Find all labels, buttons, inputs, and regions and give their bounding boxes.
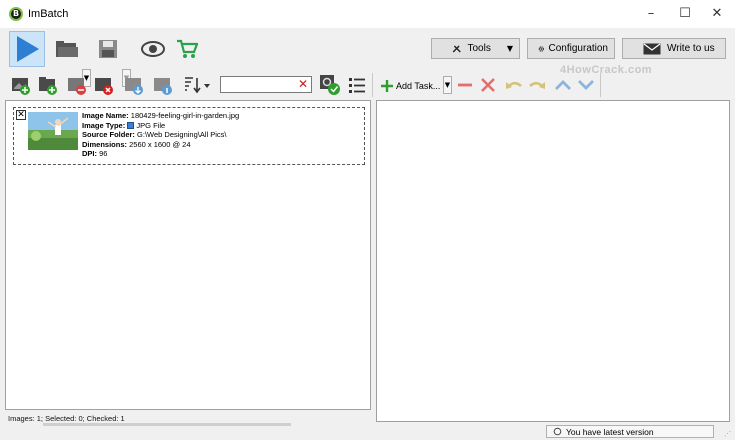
chevron-down-icon: ▼ <box>506 44 513 53</box>
panel-splitter[interactable] <box>372 100 375 422</box>
write-to-us-button[interactable]: Write to us <box>622 38 726 59</box>
image-thumbnail <box>28 112 78 150</box>
image-type-label: Image Type: <box>82 120 126 130</box>
save-button[interactable] <box>96 37 120 61</box>
dimensions-label: Dimensions: <box>82 139 128 149</box>
dpi-value: 96 <box>99 149 108 158</box>
image-info-icon <box>154 78 172 95</box>
watermark-text: 4HowCrack.com <box>560 64 653 76</box>
delete-image-icon <box>95 78 113 95</box>
app-logo: B <box>9 7 23 21</box>
add-folder-button[interactable] <box>37 74 59 96</box>
play-icon <box>17 36 39 62</box>
preview-button[interactable] <box>140 37 166 61</box>
add-folder-icon <box>39 77 57 95</box>
maximize-button[interactable]: ☐ <box>670 4 700 24</box>
resize-grip-icon[interactable]: ⋰ <box>724 430 731 438</box>
clear-images-button[interactable] <box>93 74 115 96</box>
minimize-button[interactable]: – <box>636 4 666 24</box>
add-task-dropdown-arrow[interactable]: ▼ <box>443 76 452 94</box>
version-status: You have latest version <box>546 425 714 438</box>
buy-button[interactable] <box>174 37 200 61</box>
refresh-icon <box>553 427 562 436</box>
tools-button[interactable]: Tools ▼ <box>431 38 520 59</box>
mail-icon <box>643 43 661 54</box>
move-up-button[interactable] <box>552 74 574 96</box>
run-button[interactable] <box>9 31 45 67</box>
write-to-us-label: Write to us <box>667 43 715 54</box>
image-type-value: JPG File <box>136 120 166 130</box>
image-list-item[interactable]: ✕ Image Name: 180429-feeling-girl-in-gar… <box>13 107 365 165</box>
configuration-label: Configuration <box>548 43 608 54</box>
sort-button[interactable] <box>182 74 212 96</box>
remove-image-button[interactable] <box>66 74 88 96</box>
add-image-icon <box>12 78 30 95</box>
chevron-up-icon <box>555 80 571 90</box>
settings-check-icon <box>320 75 340 95</box>
configuration-button[interactable]: Configuration <box>527 38 615 59</box>
close-icon <box>481 78 495 92</box>
list-icon <box>349 78 365 93</box>
toolbar-separator <box>372 73 373 97</box>
jpg-file-icon <box>127 121 135 129</box>
dpi-label: DPI: <box>82 149 97 158</box>
view-list-button[interactable] <box>346 74 368 96</box>
move-down-button[interactable] <box>575 74 597 96</box>
dimensions-value: 2560 x 1600 @ 24 <box>129 139 191 149</box>
undo-icon <box>506 81 522 89</box>
add-task-button[interactable]: Add Task... <box>380 76 440 96</box>
image-details: Image Name: 180429-feeling-girl-in-garde… <box>82 111 239 159</box>
search-input[interactable]: ✕ <box>220 76 312 93</box>
garden-photo-thumbnail <box>28 112 78 150</box>
window-title: ImBatch <box>28 8 69 20</box>
image-checkbox[interactable]: ✕ <box>16 110 26 120</box>
images-summary: Images: 1; Selected: 0; Checked: 1 <box>8 414 125 423</box>
add-images-button[interactable] <box>10 74 32 96</box>
filter-settings-button[interactable] <box>319 74 341 96</box>
folder-open-icon <box>56 41 78 57</box>
floppy-disk-icon <box>99 40 117 58</box>
remove-task-button[interactable] <box>454 74 476 96</box>
remove-image-icon <box>68 78 86 95</box>
gear-icon <box>538 45 544 52</box>
image-down-button[interactable] <box>123 74 145 96</box>
eye-icon <box>141 41 165 57</box>
image-name-label: Image Name: <box>82 111 129 120</box>
minus-icon <box>458 83 472 87</box>
clear-search-icon[interactable]: ✕ <box>298 77 308 92</box>
source-folder-value: G:\Web Designing\All Pics\ <box>137 130 227 139</box>
image-info-button[interactable] <box>152 74 174 96</box>
chevron-down-icon <box>578 80 594 90</box>
redo-icon <box>529 81 545 89</box>
version-status-text: You have latest version <box>566 426 654 437</box>
toolbar-separator <box>600 73 601 97</box>
image-name-value: 180429-feeling-girl-in-garden.jpg <box>130 111 240 120</box>
open-folder-button[interactable] <box>54 38 80 60</box>
main-toolbar: ▼ ▼ Tools ▼ Configuration <box>0 28 735 87</box>
horizontal-scrollbar[interactable] <box>43 423 291 426</box>
image-arrow-icon <box>125 78 143 95</box>
tools-icon <box>452 45 461 52</box>
title-bar: B ImBatch – ☐ ✕ <box>0 0 735 28</box>
tasks-panel[interactable] <box>376 100 730 422</box>
tools-label: Tools <box>467 43 491 54</box>
redo-button[interactable] <box>526 74 548 96</box>
add-task-label: Add Task... <box>396 81 441 91</box>
undo-button[interactable] <box>503 74 525 96</box>
delete-task-button[interactable] <box>477 74 499 96</box>
source-folder-label: Source Folder: <box>82 130 135 139</box>
sort-icon <box>185 77 210 94</box>
plus-icon <box>381 80 393 92</box>
shopping-cart-icon <box>177 39 198 58</box>
images-panel[interactable]: ✕ Image Name: 180429-feeling-girl-in-gar… <box>5 100 371 410</box>
close-window-button[interactable]: ✕ <box>702 4 732 24</box>
